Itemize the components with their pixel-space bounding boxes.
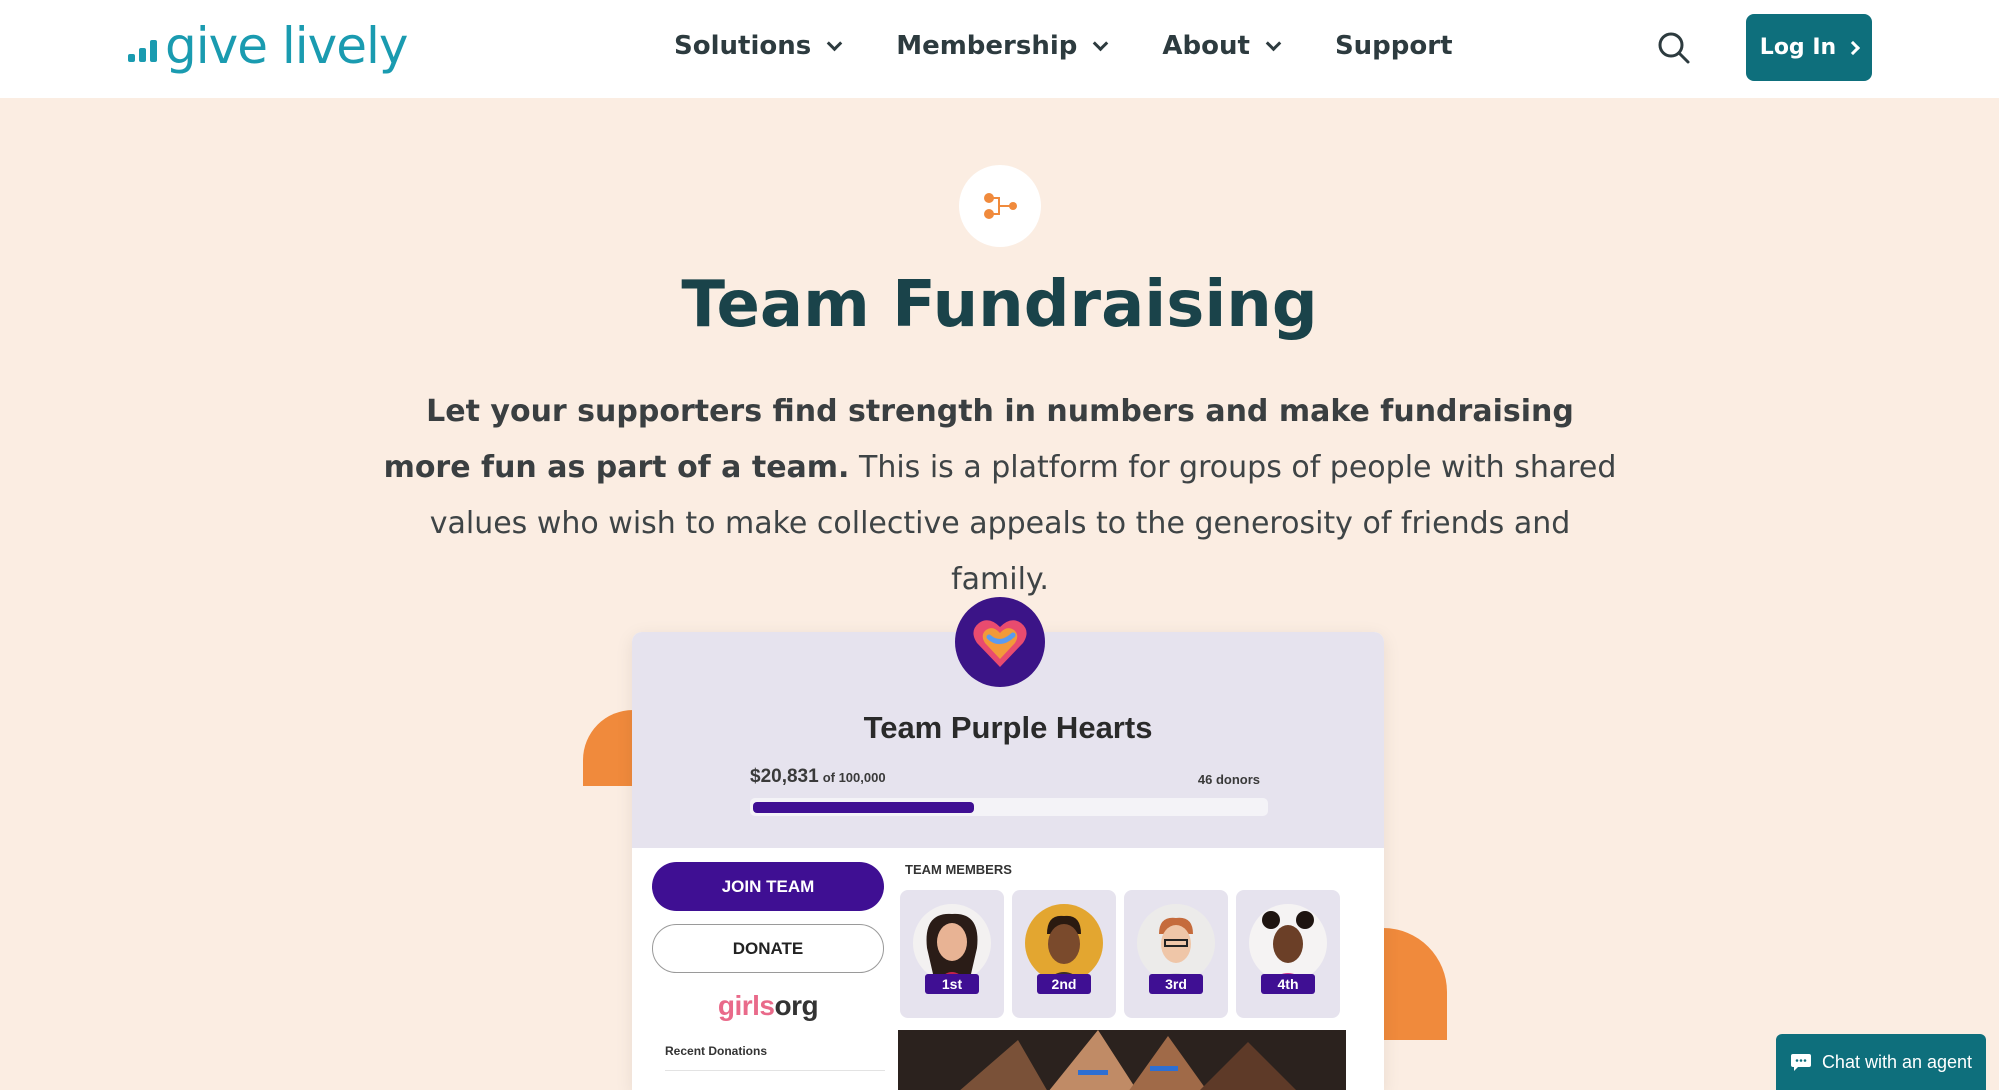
nav-solutions-label: Solutions	[674, 31, 812, 61]
team-heart-logo	[955, 597, 1045, 687]
nav-membership[interactable]: Membership	[896, 26, 1109, 66]
amount-raised: $20,831 of 100,000	[750, 766, 886, 788]
decorative-orange-shape	[583, 710, 633, 786]
logo-text: give lively	[165, 17, 408, 75]
give-lively-logo[interactable]: give lively	[128, 18, 408, 74]
rank-badge: 3rd	[1149, 974, 1203, 994]
org-logo-part2: org	[774, 990, 819, 1021]
nav-support-label: Support	[1334, 31, 1453, 61]
org-logo-part1: girls	[717, 990, 775, 1021]
search-button[interactable]	[1656, 30, 1692, 66]
divider	[665, 1070, 885, 1071]
nav-support[interactable]: Support	[1335, 26, 1453, 66]
rank-badge: 1st	[925, 974, 979, 994]
chat-bubble-icon	[1790, 1054, 1811, 1071]
signal-bars-icon	[128, 40, 157, 62]
avatar	[1249, 904, 1327, 982]
chevron-down-icon	[826, 35, 843, 51]
rank-badge: 2nd	[1037, 974, 1091, 994]
fundraising-progress-bar	[750, 798, 1268, 816]
rank-badge: 4th	[1261, 974, 1315, 994]
avatar	[913, 904, 991, 982]
avatar	[1137, 904, 1215, 982]
team-name: Team Purple Hearts	[863, 710, 1153, 745]
hero-description: Let your supporters find strength in num…	[380, 384, 1620, 608]
team-member-card[interactable]: 4th	[1236, 890, 1340, 1018]
donate-button[interactable]: DONATE	[652, 924, 884, 973]
avatar	[1025, 904, 1103, 982]
team-member-card[interactable]: 1st	[900, 890, 1004, 1018]
progress-fill	[753, 802, 974, 813]
recent-donations-label: Recent Donations	[665, 1044, 768, 1058]
login-label: Log In	[1759, 35, 1837, 60]
chat-label: Chat with an agent	[1821, 1051, 1973, 1072]
chevron-right-icon	[1846, 40, 1861, 55]
site-header: give lively Solutions Membership About S…	[0, 0, 1999, 98]
nav-membership-label: Membership	[896, 31, 1078, 61]
team-network-icon	[959, 165, 1041, 247]
team-member-card[interactable]: 2nd	[1012, 890, 1116, 1018]
nav-about[interactable]: About	[1162, 26, 1282, 66]
raised-value: $20,831	[750, 766, 819, 787]
nav-solutions[interactable]: Solutions	[674, 26, 843, 66]
chat-with-agent-button[interactable]: Chat with an agent	[1776, 1034, 1986, 1090]
search-icon	[1658, 32, 1690, 64]
donor-count: 46 donors	[1197, 772, 1260, 787]
goal-value: of 100,000	[822, 770, 886, 785]
team-page-preview: Team Purple Hearts $20,831 of 100,000 46 …	[632, 632, 1384, 1090]
team-member-card[interactable]: 3rd	[1124, 890, 1228, 1018]
login-button[interactable]: Log In	[1746, 14, 1872, 81]
page-title: Team Fundraising	[681, 268, 1318, 342]
decorative-orange-shape	[1383, 928, 1447, 1040]
team-photo	[898, 1030, 1346, 1090]
org-logo: girlsorg	[652, 990, 884, 1022]
chevron-down-icon	[1093, 35, 1109, 51]
join-team-button[interactable]: JOIN TEAM	[652, 862, 884, 911]
team-members-label: TEAM MEMBERS	[905, 862, 1012, 877]
main-nav: Solutions Membership About Support	[674, 26, 1453, 66]
chevron-down-icon	[1265, 35, 1282, 51]
nav-about-label: About	[1162, 31, 1250, 61]
